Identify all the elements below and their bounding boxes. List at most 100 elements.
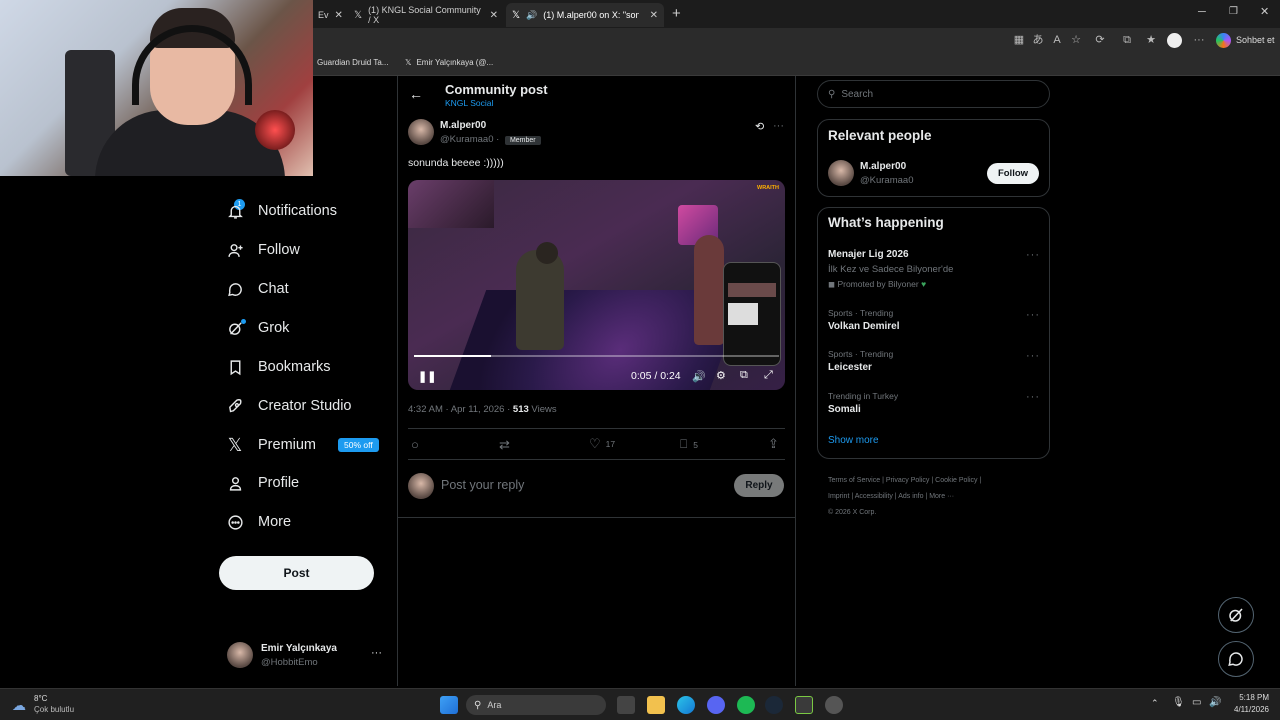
post-timestamp[interactable]: 4:32 AM · Apr 11, 2026 · — [408, 404, 510, 415]
file-explorer-icon[interactable] — [647, 696, 665, 714]
weather-temp[interactable]: 8°C — [34, 694, 47, 703]
tab-home[interactable]: Ev ✕ — [312, 3, 344, 27]
relevant-person-avatar[interactable] — [828, 160, 854, 186]
footer-link[interactable]: Ads info — [898, 493, 923, 500]
profile-avatar[interactable] — [1167, 33, 1182, 48]
trend-more-icon[interactable]: ··· — [1026, 391, 1040, 403]
video-progress-bar[interactable] — [414, 355, 779, 357]
clock-date[interactable]: 4/11/2026 — [1223, 705, 1269, 714]
reply-button[interactable]: Reply — [734, 474, 784, 497]
video-player[interactable]: WRAITH ❚❚ 0:05 / 0:24 🔊 ⚙ ⧉ ⤢ — [408, 180, 785, 390]
bookmark-item[interactable]: Guardian Druid Ta... — [317, 58, 388, 67]
chevron-up-icon[interactable]: ⌃ — [1151, 698, 1159, 709]
trend-more-icon[interactable]: ··· — [1026, 249, 1040, 261]
grok-explain-icon[interactable]: ⟲ — [755, 120, 764, 133]
relevant-person-name[interactable]: M.alper00 — [860, 161, 906, 172]
back-arrow-icon[interactable]: ← — [409, 86, 423, 102]
account-avatar[interactable] — [227, 642, 253, 668]
restore-icon[interactable]: ❐ — [1229, 6, 1238, 17]
network-icon[interactable]: ▭ — [1192, 697, 1201, 708]
search-input[interactable]: Search — [841, 89, 873, 100]
pip-icon[interactable]: ⧉ — [740, 369, 748, 382]
footer-link[interactable]: Privacy Policy — [886, 477, 930, 484]
trend-more-icon[interactable]: ··· — [1026, 350, 1040, 362]
tab-community[interactable]: 𝕏 (1) KNGL Social Community / X ✕ — [348, 3, 504, 27]
sidebar-item-creator-studio[interactable]: Creator Studio — [226, 397, 352, 415]
trend-item[interactable]: Sports · Trending Leicester — [828, 349, 893, 373]
obs-icon[interactable] — [825, 696, 843, 714]
post-author-handle[interactable]: @Kuramaa0 — [440, 134, 493, 145]
settings-gear-icon[interactable]: ⚙ — [716, 369, 726, 382]
taskbar-search[interactable]: ⚲ Ara — [466, 695, 606, 715]
nvidia-icon[interactable] — [795, 696, 813, 714]
repost-icon[interactable]: ⇄ — [499, 437, 510, 453]
favorite-star-icon[interactable]: ☆ — [1070, 34, 1082, 46]
post-author-name[interactable]: M.alper00 — [440, 120, 486, 131]
messages-float-button[interactable] — [1218, 641, 1254, 677]
fullscreen-icon[interactable]: ⤢ — [764, 369, 773, 382]
bookmark-button[interactable]: ⎕ 5 — [680, 437, 698, 452]
bookmark-item[interactable]: 𝕏 Emir Yalçınkaya (@... — [405, 58, 493, 67]
more-icon[interactable]: ··· — [1193, 34, 1205, 46]
close-icon[interactable]: ✕ — [335, 10, 343, 21]
trend-more-icon[interactable]: ··· — [1026, 309, 1040, 321]
sidebar-item-bookmarks[interactable]: Bookmarks — [226, 358, 331, 376]
footer-link[interactable]: Terms of Service — [828, 477, 880, 484]
grok-icon — [1229, 608, 1243, 622]
favorites-icon[interactable]: ★ — [1145, 34, 1157, 46]
copilot-icon[interactable] — [1216, 33, 1231, 48]
translate-icon[interactable]: あ — [1032, 34, 1044, 46]
weather-desc[interactable]: Çok bulutlu — [34, 705, 74, 714]
search-box[interactable]: ⚲ Search — [817, 80, 1050, 108]
sidebar-item-grok[interactable]: Grok — [226, 319, 289, 337]
steam-icon[interactable] — [765, 696, 783, 714]
close-icon[interactable]: ✕ — [650, 10, 658, 21]
volume-icon[interactable]: 🔊 — [1209, 697, 1221, 708]
refresh-icon[interactable]: ⟳ — [1094, 34, 1106, 46]
sidebar-item-chat[interactable]: Chat — [226, 280, 289, 298]
app-icon[interactable]: ▦ — [1013, 34, 1025, 46]
discord-icon[interactable] — [707, 696, 725, 714]
follow-button[interactable]: Follow — [987, 163, 1039, 184]
sidebar-item-notifications[interactable]: Notifications — [226, 202, 337, 220]
reply-input[interactable]: Post your reply — [441, 478, 524, 492]
task-view-icon[interactable] — [617, 696, 635, 714]
extensions-icon[interactable]: ⧉ — [1121, 34, 1133, 46]
new-tab-icon[interactable]: + — [672, 5, 681, 22]
sidebar-item-follow[interactable]: Follow — [226, 241, 300, 259]
clock-time[interactable]: 5:18 PM — [1231, 693, 1269, 702]
microphone-icon[interactable]: 🎙 — [1172, 697, 1185, 708]
close-icon[interactable]: ✕ — [490, 10, 498, 21]
footer-link[interactable]: Accessibility — [855, 493, 893, 500]
volume-icon[interactable]: 🔊 — [692, 370, 706, 383]
sidebar-item-premium[interactable]: 𝕏 Premium 50% off — [226, 435, 379, 455]
trend-item[interactable]: Sports · Trending Volkan Demirel — [828, 308, 900, 332]
grok-float-button[interactable] — [1218, 597, 1254, 633]
account-name[interactable]: Emir Yalçınkaya — [261, 643, 337, 654]
windows-start-icon[interactable] — [440, 696, 458, 714]
sidebar-item-profile[interactable]: Profile — [226, 474, 299, 492]
show-more-link[interactable]: Show more — [828, 435, 879, 446]
spotify-icon[interactable] — [737, 696, 755, 714]
promo-trend[interactable]: Menajer Lig 2026 İlk Kez ve Sadece Bilyo… — [828, 249, 953, 290]
post-more-icon[interactable]: ··· — [773, 120, 784, 132]
like-button[interactable]: ♡ 17 — [589, 436, 615, 452]
trend-item[interactable]: Trending in Turkey Somali — [828, 391, 898, 415]
footer-link[interactable]: Imprint — [828, 493, 849, 500]
footer-link[interactable]: More ··· — [929, 493, 954, 500]
tab-post[interactable]: 𝕏 🔊 (1) M.alper00 on X: "sonunda ✕ — [506, 3, 664, 27]
window-close-icon[interactable]: ✕ — [1260, 5, 1269, 18]
minimize-icon[interactable]: ─ — [1198, 6, 1206, 18]
sidebar-item-more[interactable]: More — [226, 513, 291, 531]
post-button[interactable]: Post — [219, 556, 374, 590]
pause-icon[interactable]: ❚❚ — [418, 370, 436, 383]
edge-browser-icon[interactable] — [677, 696, 695, 714]
reply-icon[interactable]: ○ — [411, 437, 419, 452]
community-link[interactable]: KNGL Social — [445, 98, 493, 108]
read-aloud-icon[interactable]: A — [1051, 34, 1063, 46]
post-author-avatar[interactable] — [408, 119, 434, 145]
footer-link[interactable]: Cookie Policy — [935, 477, 977, 484]
copilot-button[interactable]: Sohbet et — [1236, 35, 1275, 45]
account-menu-icon[interactable]: ··· — [371, 647, 382, 659]
share-icon[interactable]: ⇪ — [768, 436, 779, 452]
